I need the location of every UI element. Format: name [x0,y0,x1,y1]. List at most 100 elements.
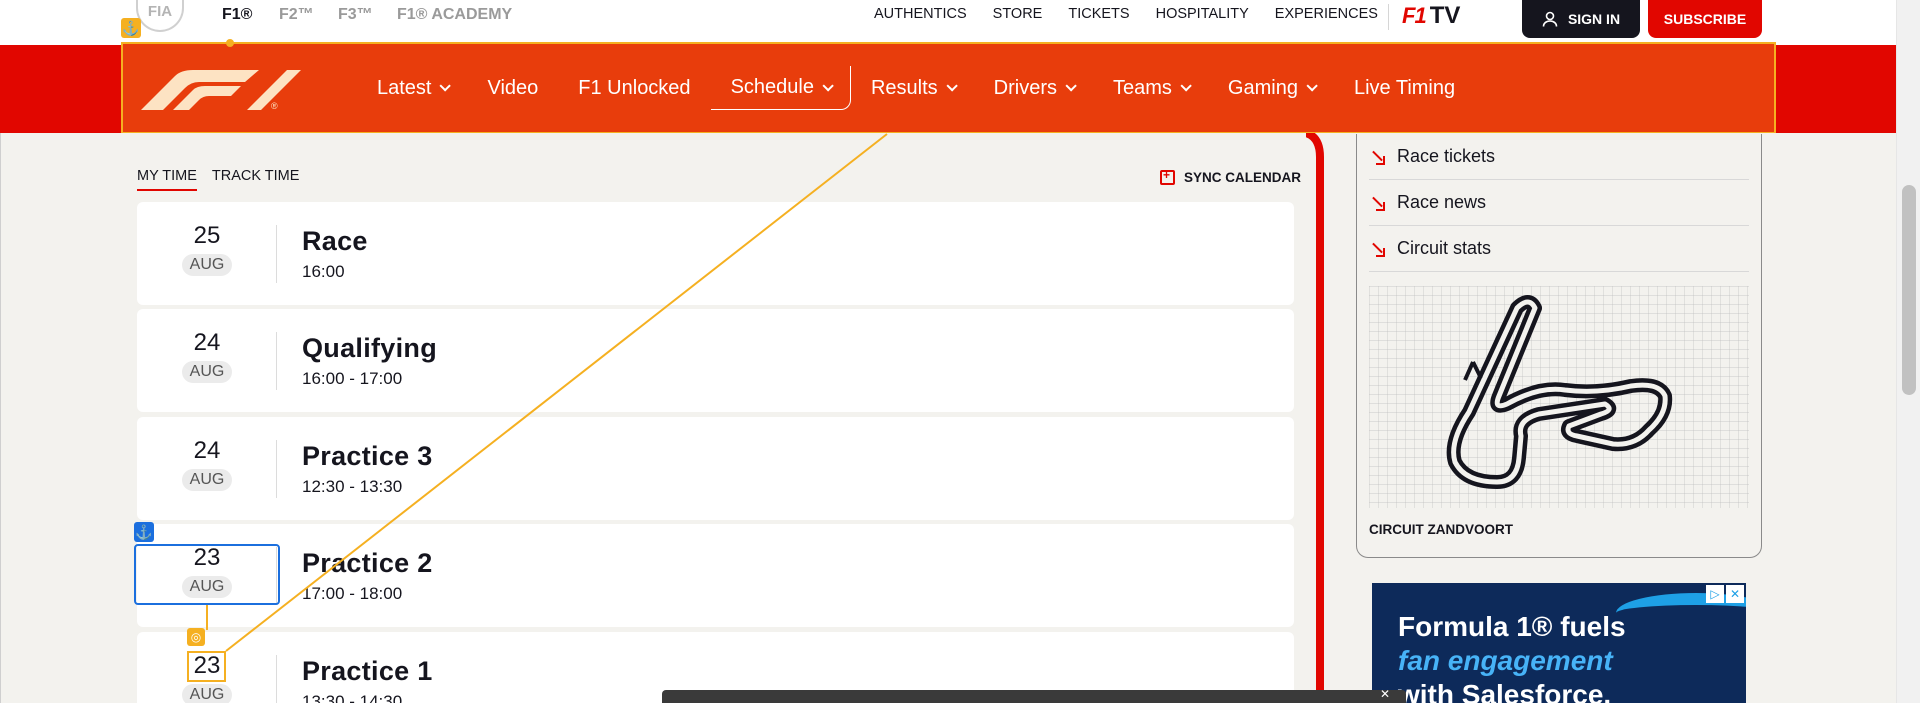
ad-controls: ▷ ✕ [1706,585,1744,603]
series-f1-academy-link[interactable]: F1® ACADEMY [397,6,512,24]
close-icon[interactable]: ✕ [1380,687,1390,701]
circuit-stats-link[interactable]: Circuit stats [1369,226,1749,272]
race-news-label: Race news [1397,192,1487,212]
session-date: 24 AUG [177,437,237,491]
session-row-practice-3[interactable]: 24 AUG Practice 3 12:30 - 13:30 [137,417,1294,520]
close-icon[interactable]: ✕ [1726,585,1744,603]
session-divider [276,332,277,390]
ad-line-1: Formula 1® fuels [1398,611,1626,642]
target-highlight [187,651,226,682]
session-day: 25 [193,222,221,249]
top-links: AUTHENTICS STORE TICKETS HOSPITALITY EXP… [874,6,1378,22]
chevron-down-icon [946,80,958,92]
nav-live-timing-label: Live Timing [1353,76,1456,99]
anchor-icon: ⚓ [134,522,154,542]
top-divider [1388,4,1389,30]
scrollbar[interactable] [1896,0,1920,703]
tab-my-time[interactable]: MY TIME [137,168,197,191]
session-time: 12:30 - 13:30 [302,477,403,496]
session-row-practice-2[interactable]: 23 AUG Practice 2 17:00 - 18:00 [137,524,1294,627]
advertisement[interactable]: ▷ ✕ Formula 1® fuels fan engagement with… [1372,583,1746,703]
ad-line-3: with Salesforce. [1398,679,1612,703]
nav-items: Latest Video F1 Unlocked Schedule Result… [357,44,1475,132]
session-name: Qualifying [302,333,438,363]
authentics-link[interactable]: AUTHENTICS [874,6,967,22]
race-news-link[interactable]: Race news [1369,180,1749,226]
nav-latest[interactable]: Latest [357,66,467,110]
nav-gaming-label: Gaming [1227,76,1298,99]
chevron-down-icon [1180,80,1192,92]
focus-highlight [134,544,280,605]
main-nav: ® Latest Video F1 Unlocked Schedule Resu… [121,42,1776,134]
tab-track-time[interactable]: TRACK TIME [212,168,300,191]
user-icon [1542,11,1558,27]
session-month: AUG [181,469,233,491]
bottom-popup-bar[interactable]: ✕ [662,687,1406,703]
chevron-down-icon [1065,80,1077,92]
session-date: 25 AUG [177,222,237,276]
session-row-qualifying[interactable]: 24 AUG Qualifying 16:00 - 17:00 [137,309,1294,412]
anchor-icon: ⚓ [121,18,141,38]
series-f3-link[interactable]: F3™ [338,6,373,24]
race-tickets-link[interactable]: Race tickets [1369,134,1749,180]
series-f1-link[interactable]: F1® [222,6,252,24]
session-row-race[interactable]: 25 AUG Race 16:00 [137,202,1294,305]
nav-results-label: Results [870,76,938,99]
chevron-down-icon [1306,80,1318,92]
nav-gaming[interactable]: Gaming [1208,66,1334,110]
sign-in-button[interactable]: SIGN IN [1522,0,1640,38]
subscribe-button[interactable]: SUBSCRIBE [1648,0,1762,38]
nav-f1-unlocked-label: F1 Unlocked [578,76,691,99]
nav-f1-unlocked[interactable]: F1 Unlocked [558,66,710,110]
f1tv-label: TV [1429,2,1461,29]
nav-video[interactable]: Video [467,66,558,110]
session-name: Practice 2 [302,548,433,578]
circuit-name: CIRCUIT ZANDVOORT [1369,522,1513,537]
nav-schedule-label: Schedule [730,76,814,98]
track-divider [1306,133,1324,703]
chevron-down-icon [439,80,452,92]
session-divider [276,655,277,703]
circuit-stats-label: Circuit stats [1397,238,1492,258]
session-name: Practice 1 [302,656,433,686]
chevron-down-icon [822,79,834,92]
nav-latest-label: Latest [377,76,432,99]
sign-in-label: SIGN IN [1567,11,1621,27]
session-date: 24 AUG [177,329,237,383]
scrollbar-thumb[interactable] [1902,185,1916,395]
nav-video-label: Video [487,76,539,99]
session-month: AUG [181,684,233,703]
arrow-down-right-icon [1369,241,1385,257]
sync-calendar-button[interactable]: SYNC CALENDAR [1160,168,1302,185]
left-gutter [0,133,1,703]
tickets-link[interactable]: TICKETS [1068,6,1129,22]
hospitality-link[interactable]: HOSPITALITY [1156,6,1249,22]
session-divider [276,440,277,498]
series-f2-link[interactable]: F2™ [279,6,314,24]
sync-calendar-label: SYNC CALENDAR [1184,170,1302,185]
nav-results[interactable]: Results [851,66,974,110]
target-icon: ◎ [187,628,205,646]
ad-line-2: fan engagement [1398,645,1613,676]
f1tv-link[interactable]: F1 TV [1402,2,1460,30]
session-name: Practice 3 [302,441,433,471]
session-day: 24 [193,329,221,356]
nav-live-timing[interactable]: Live Timing [1334,66,1475,110]
nav-teams-label: Teams [1113,76,1172,99]
nav-drivers[interactable]: Drivers [974,66,1093,110]
session-time: 16:00 - 17:00 [302,369,403,388]
experiences-link[interactable]: EXPERIENCES [1275,6,1378,22]
session-time: 13:30 - 14:30 [302,692,403,703]
session-time: 17:00 - 18:00 [302,584,403,603]
nav-teams[interactable]: Teams [1093,66,1208,110]
fia-logo[interactable]: FIA [136,0,184,32]
ad-choices-icon[interactable]: ▷ [1706,585,1724,603]
session-time: 16:00 [302,262,345,281]
nav-schedule[interactable]: Schedule [710,66,851,110]
f1-logo[interactable]: ® [137,64,302,114]
f1tv-logo-mark: F1 [1402,3,1427,28]
race-tickets-label: Race tickets [1397,146,1496,166]
session-divider [276,225,277,283]
store-link[interactable]: STORE [993,6,1043,22]
time-tabs: MY TIME TRACK TIME [137,168,299,191]
